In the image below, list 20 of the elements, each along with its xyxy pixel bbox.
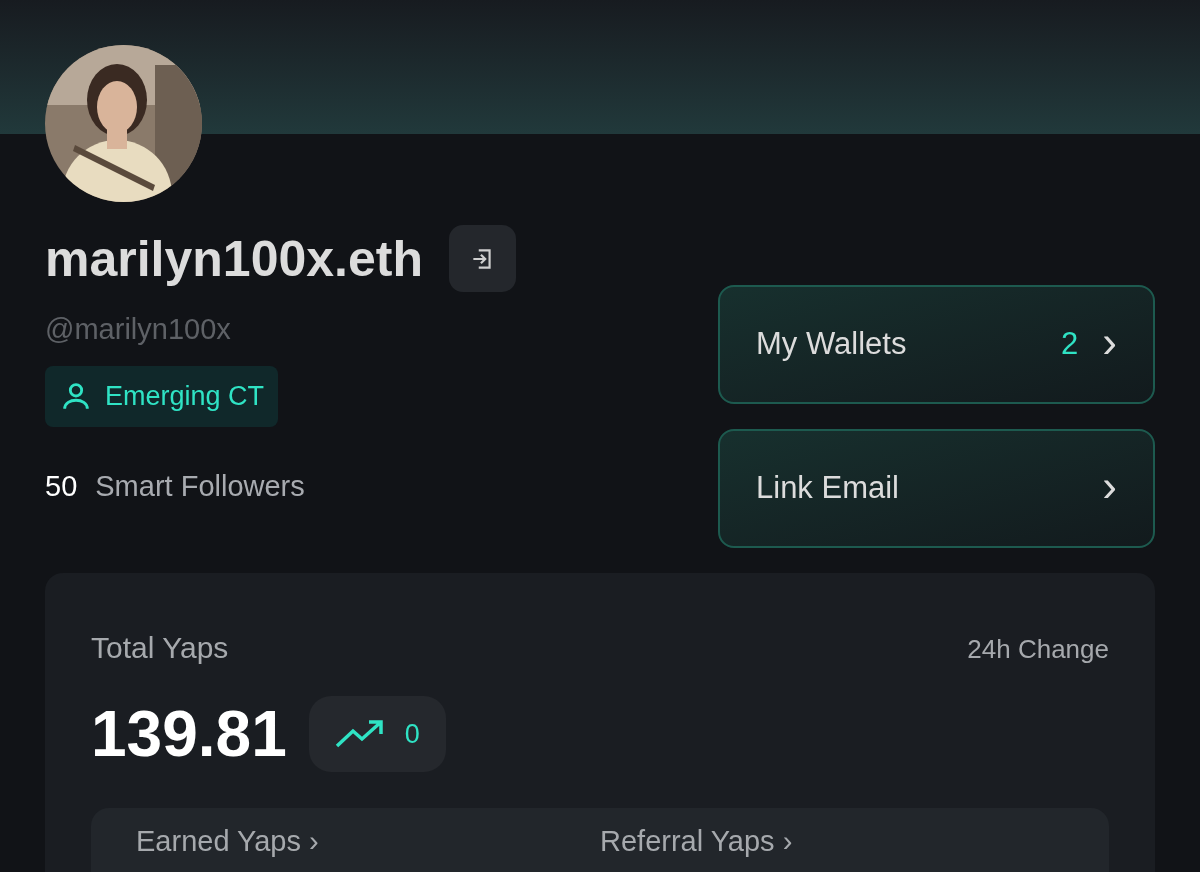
action-button[interactable]: Link Email ›	[718, 429, 1155, 548]
profile-name: marilyn100x.eth	[45, 233, 423, 284]
chevron: ›	[1102, 463, 1117, 508]
action-button[interactable]: My Wallets 2 ›	[718, 285, 1155, 404]
logout-button[interactable]	[449, 225, 516, 292]
profile-handle: @marilyn100x	[45, 312, 232, 347]
rank-label: Emerging CT	[105, 379, 265, 413]
followers-label: Smart Followers	[95, 468, 305, 504]
breakdown-link[interactable]: Earned Yaps ›	[136, 822, 600, 862]
change-label: 24h Change	[967, 633, 1109, 666]
wallet-count: 2	[1061, 325, 1079, 364]
followers-count: 50	[45, 468, 78, 504]
breakdown-link[interactable]: Referral Yaps ›	[600, 822, 1064, 862]
action-label: Link Email	[756, 469, 900, 508]
trend-up-icon	[334, 719, 385, 749]
yaps-total: 139.81	[91, 702, 287, 766]
chevron: ›	[1102, 319, 1117, 364]
yaps-title: Total Yaps	[91, 630, 229, 666]
action-label: My Wallets	[756, 325, 908, 364]
change-value: 0	[404, 717, 420, 751]
